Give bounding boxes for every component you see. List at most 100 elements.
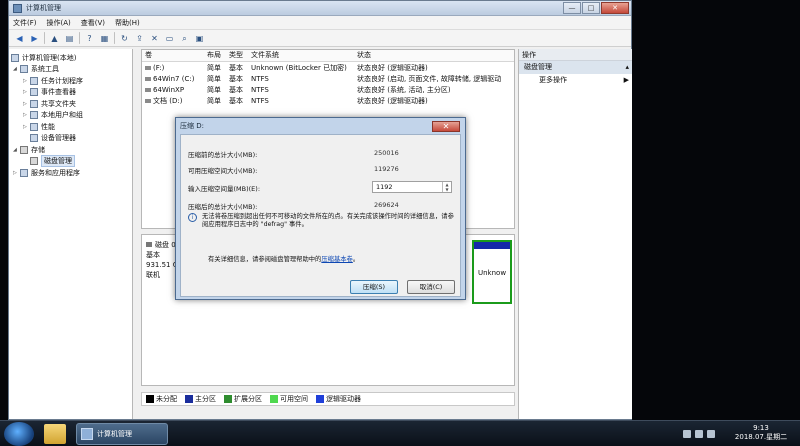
expand-arrow-icon[interactable]: ▷ — [23, 101, 29, 107]
start-button[interactable] — [4, 422, 34, 446]
settings-icon[interactable]: ▣ — [194, 33, 205, 44]
menu-action[interactable]: 操作(A) — [47, 18, 71, 28]
collapse-arrow-icon: ▴ — [625, 63, 629, 71]
menu-help[interactable]: 帮助(H) — [115, 18, 140, 28]
cancel-button[interactable]: 取消(C) — [407, 280, 455, 294]
volume-filesystem: NTFS — [251, 74, 269, 83]
column-header-layout[interactable]: 布局 — [204, 50, 226, 61]
maximize-button[interactable]: □ — [582, 2, 600, 14]
tree-item-shared-folders[interactable]: ▷ 共享文件夹 — [9, 98, 132, 110]
minimize-button[interactable]: — — [563, 2, 581, 14]
volume-status: 状态良好 (启动, 页面文件, 故障转储, 逻辑驱动 — [357, 74, 502, 83]
legend-swatch — [185, 395, 193, 403]
system-tray — [683, 430, 723, 442]
tree-item-task-scheduler[interactable]: ▷ 任务计划程序 — [9, 75, 132, 87]
table-row[interactable]: 64Win7 (C:) 简单 基本 NTFS 状态良好 (启动, 页面文件, 故… — [142, 73, 514, 84]
back-icon[interactable]: ◀ — [14, 33, 25, 44]
tree-item-services-apps[interactable]: ▷ 服务和应用程序 — [9, 167, 132, 179]
toolbar-separator — [79, 32, 80, 44]
legend-swatch — [146, 395, 154, 403]
volume-icon — [145, 98, 151, 103]
shrink-button[interactable]: 压缩(S) — [350, 280, 398, 294]
column-header-volume[interactable]: 卷 — [142, 50, 204, 61]
collapse-arrow-icon[interactable]: ◢ — [13, 147, 19, 153]
explorer-icon[interactable] — [44, 424, 66, 444]
partition-block[interactable]: Unknow — [472, 240, 512, 304]
expand-arrow-icon[interactable]: ▷ — [23, 78, 29, 84]
shared-folder-icon — [30, 99, 38, 108]
help-icon[interactable]: ? — [84, 33, 95, 44]
tree-item-disk-management[interactable]: 磁盘管理 — [9, 155, 132, 168]
column-header-type[interactable]: 类型 — [226, 50, 248, 61]
menu-file[interactable]: 文件(F) — [13, 18, 37, 28]
folder-icon[interactable]: ▭ — [164, 33, 175, 44]
tree-item-performance[interactable]: ▷ 性能 — [9, 121, 132, 133]
search-icon[interactable]: ⌕ — [179, 33, 190, 44]
table-row[interactable]: 64WinXP 简单 基本 NTFS 状态良好 (系统, 活动, 主分区) — [142, 84, 514, 95]
flag-icon[interactable] — [695, 430, 703, 438]
tree-item-storage[interactable]: ◢ 存储 — [9, 144, 132, 156]
volume-icon[interactable] — [707, 430, 715, 438]
up-folder-icon[interactable]: ▲ — [49, 33, 60, 44]
spin-stepper-icon[interactable]: ▲ ▼ — [442, 182, 451, 192]
collapse-arrow-icon[interactable]: ◢ — [13, 66, 19, 72]
tree-item-local-users[interactable]: ▷ 本地用户和组 — [9, 110, 132, 122]
tree-item-event-viewer[interactable]: ▷ 事件查看器 — [9, 87, 132, 99]
total-after-label: 压缩后的总计大小(MB): — [188, 203, 258, 211]
tree-item-system-tools[interactable]: ◢ 系统工具 — [9, 64, 132, 76]
close-button[interactable]: ✕ — [601, 2, 629, 14]
refresh-icon[interactable]: ↻ — [119, 33, 130, 44]
shrink-amount-input[interactable]: 1192 ▲ ▼ — [372, 181, 452, 193]
legend-item: 未分配 — [146, 394, 177, 404]
toolbar-separator — [114, 32, 115, 44]
help-link-shrink-basic-volume[interactable]: 压缩基本卷 — [321, 256, 352, 263]
delete-icon[interactable]: ✕ — [149, 33, 160, 44]
total-after-value: 269624 — [374, 201, 399, 209]
tools-icon — [20, 65, 28, 74]
table-row[interactable]: 文档 (D:) 简单 基本 NTFS 状态良好 (逻辑驱动器) — [142, 95, 514, 106]
legend-item: 可用空间 — [270, 394, 308, 404]
window-title: 计算机管理 — [26, 4, 61, 12]
column-header-filesystem[interactable]: 文件系统 — [248, 50, 354, 61]
menu-view[interactable]: 查看(V) — [81, 18, 105, 28]
dialog-title: 压缩 D: — [180, 122, 204, 130]
legend-swatch — [224, 395, 232, 403]
storage-icon — [20, 145, 28, 154]
volume-filesystem: NTFS — [251, 96, 269, 105]
dialog-close-button[interactable]: ✕ — [432, 121, 460, 132]
toolbar-separator — [44, 32, 45, 44]
volume-type: 基本 — [229, 85, 243, 94]
clock[interactable]: 9:13 2018.07.星期二 — [726, 424, 796, 442]
expand-arrow-icon[interactable]: ▷ — [23, 112, 29, 118]
volume-name: 64Win7 (C:) — [153, 74, 195, 83]
tree-item-computer-management[interactable]: 计算机管理(本地) — [9, 52, 132, 64]
event-viewer-icon — [30, 88, 38, 97]
table-row[interactable]: (F:) 简单 基本 Unknown (BitLocker 已加密) 状态良好 … — [142, 62, 514, 73]
show-hide-tree-icon[interactable]: ▤ — [64, 33, 75, 44]
volume-layout: 简单 — [207, 63, 221, 72]
help-text: 有关详细信息，请参阅磁盘管理帮助中的压缩基本卷。 — [208, 256, 360, 263]
expand-arrow-icon[interactable]: ▷ — [23, 124, 29, 130]
column-header-status[interactable]: 状态 — [354, 50, 514, 61]
dialog-body: 压缩前的总计大小(MB): 250016 可用压缩空间大小(MB): 11927… — [180, 134, 461, 297]
forward-icon[interactable]: ▶ — [29, 33, 40, 44]
volume-layout: 简单 — [207, 74, 221, 83]
services-icon — [20, 168, 28, 177]
volume-icon — [145, 76, 151, 81]
tree-item-device-manager[interactable]: 设备管理器 — [9, 133, 132, 145]
taskbar: 计算机管理 9:13 2018.07.星期二 — [0, 420, 800, 446]
actions-section-disk-management[interactable]: 磁盘管理 ▴ — [519, 61, 632, 74]
network-icon[interactable] — [683, 430, 691, 438]
taskbar-app-computer-management[interactable]: 计算机管理 — [76, 423, 168, 445]
disk-management-icon — [30, 157, 38, 166]
export-icon[interactable]: ⇪ — [134, 33, 145, 44]
disk-legend: 未分配 主分区 扩展分区 可用空间 逻辑驱动器 — [141, 392, 515, 406]
window-controls: — □ ✕ — [563, 2, 629, 14]
volume-name: 文档 (D:) — [153, 96, 183, 105]
more-actions-item[interactable]: 更多操作 ▶ — [519, 74, 632, 87]
expand-arrow-icon[interactable]: ▷ — [13, 170, 19, 176]
device-manager-icon — [30, 134, 38, 143]
expand-arrow-icon[interactable]: ▷ — [23, 89, 29, 95]
volume-icon — [145, 87, 151, 92]
properties-icon[interactable]: ▦ — [99, 33, 110, 44]
